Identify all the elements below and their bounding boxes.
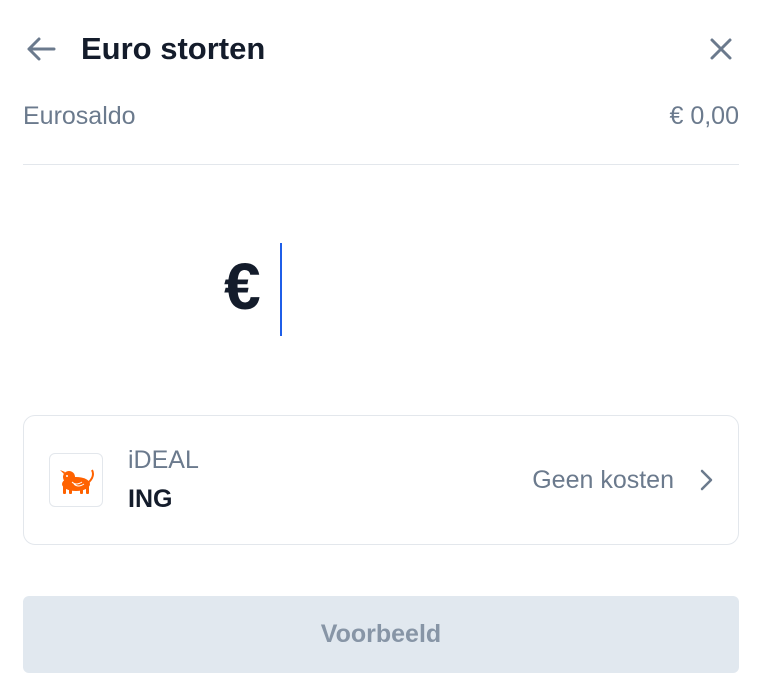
payment-method-selector[interactable]: iDEAL ING Geen kosten	[23, 415, 739, 545]
fee-label: Geen kosten	[532, 466, 674, 494]
close-icon	[710, 38, 732, 60]
amount-input[interactable]	[282, 243, 582, 336]
payment-method-type: iDEAL	[128, 446, 199, 474]
close-button[interactable]	[702, 30, 740, 68]
header: Euro storten	[0, 0, 771, 100]
divider	[23, 164, 739, 165]
arrow-left-icon	[27, 37, 56, 61]
chevron-right-icon	[700, 469, 713, 491]
balance-label: Eurosaldo	[23, 102, 136, 130]
payment-method-bank: ING	[128, 485, 173, 513]
balance-value: € 0,00	[669, 102, 739, 130]
ing-lion-logo	[60, 469, 94, 494]
preview-button[interactable]: Voorbeeld	[23, 596, 739, 673]
back-button[interactable]	[22, 30, 60, 68]
amount-input-area[interactable]: €	[0, 230, 771, 350]
bank-logo	[49, 453, 103, 507]
currency-symbol: €	[224, 249, 261, 323]
page-title: Euro storten	[81, 31, 266, 66]
balance-row: Eurosaldo € 0,00	[23, 100, 739, 140]
